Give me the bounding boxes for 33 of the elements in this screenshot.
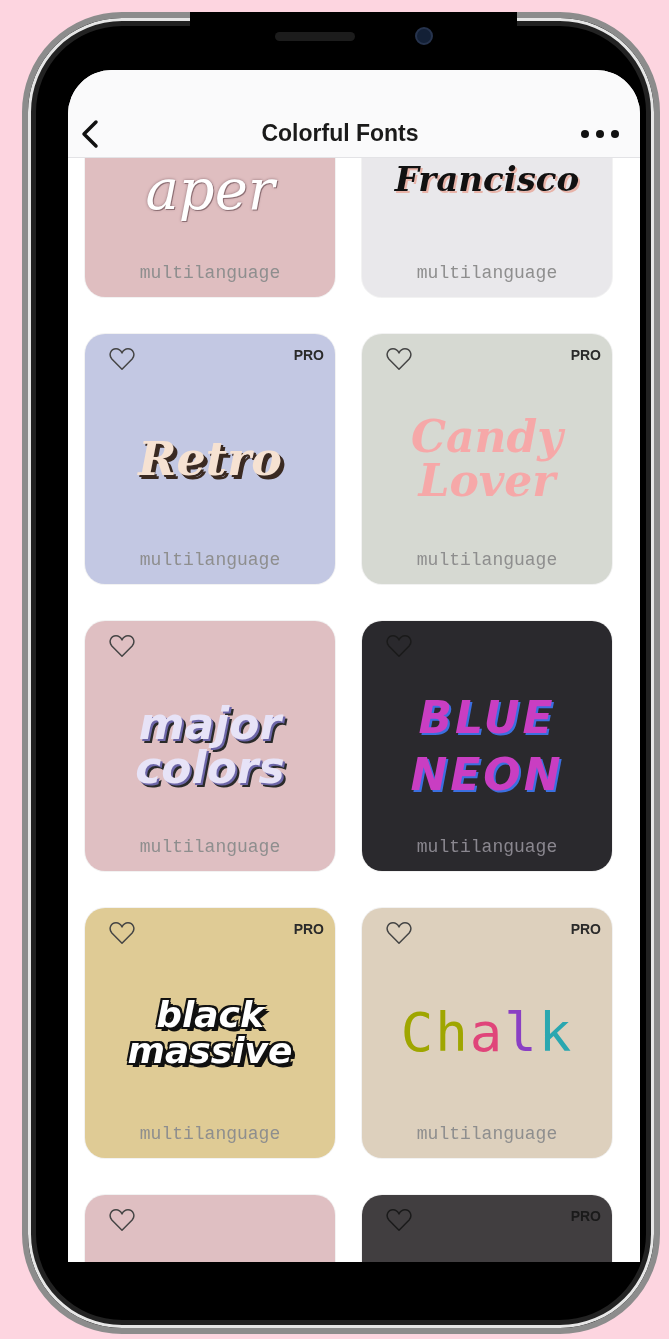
font-card[interactable]: Francisco multilanguage: [362, 158, 612, 297]
card-caption: multilanguage: [415, 1124, 559, 1144]
pro-label: PRO: [293, 347, 324, 363]
card-caption: multilanguage: [138, 1124, 282, 1144]
heart-icon[interactable]: [109, 347, 135, 371]
card-caption: multilanguage: [415, 837, 559, 857]
font-sample: Chalk: [400, 1006, 574, 1060]
font-sample: Retro: [138, 436, 282, 482]
back-icon[interactable]: [80, 118, 100, 149]
font-card[interactable]: PRO Chalk multilanguage: [362, 908, 612, 1158]
card-caption: multilanguage: [138, 263, 282, 283]
pro-label: PRO: [570, 921, 601, 937]
pro-label: PRO: [293, 921, 324, 937]
heart-icon[interactable]: [386, 347, 412, 371]
font-card[interactable]: BLUE NEON multilanguage: [362, 621, 612, 871]
screen-title: Colorful Fonts: [261, 120, 419, 147]
heart-icon[interactable]: [109, 921, 135, 945]
card-caption: multilanguage: [415, 263, 559, 283]
pro-label: PRO: [570, 347, 601, 363]
heart-icon[interactable]: [109, 1208, 135, 1232]
font-sample: BLUE NEON: [409, 690, 565, 802]
font-sample: black massive: [126, 997, 294, 1069]
heart-icon[interactable]: [386, 921, 412, 945]
card-caption: multilanguage: [415, 550, 559, 570]
font-card[interactable]: PRO Retro multilanguage: [85, 334, 335, 584]
font-sample: major colors: [134, 702, 286, 790]
card-caption: multilanguage: [138, 550, 282, 570]
camera-dot: [414, 27, 433, 45]
heart-icon[interactable]: [109, 634, 135, 658]
more-icon[interactable]: [580, 128, 620, 139]
card-caption: multilanguage: [138, 837, 282, 857]
font-sample: Francisco: [394, 162, 580, 196]
font-card[interactable]: PRO black massive multilanguage: [85, 908, 335, 1158]
